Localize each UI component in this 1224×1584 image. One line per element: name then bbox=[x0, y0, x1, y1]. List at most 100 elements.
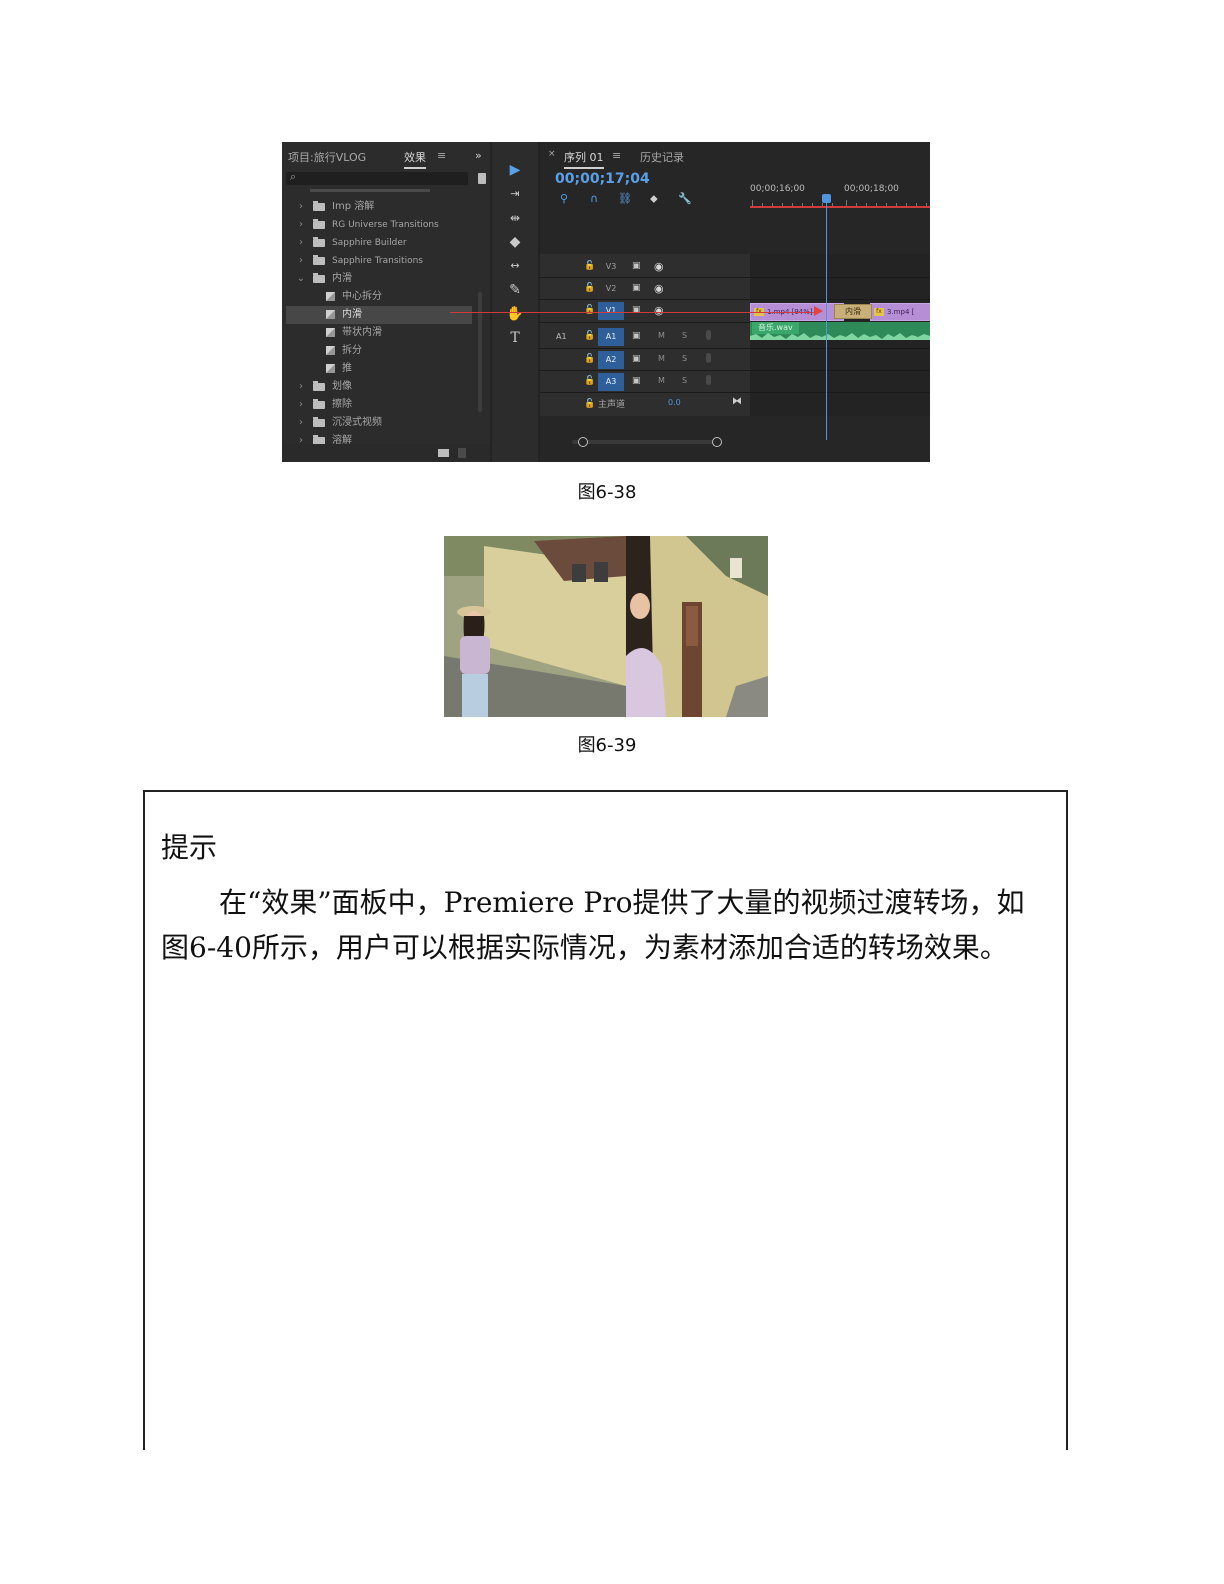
tab-history[interactable]: 历史记录 bbox=[640, 149, 684, 165]
sync-lock-icon[interactable]: ▣ bbox=[632, 354, 641, 364]
new-bin-icon[interactable] bbox=[478, 173, 486, 184]
track-name[interactable]: V3 bbox=[598, 258, 624, 276]
sync-lock-icon[interactable]: ▣ bbox=[632, 376, 641, 386]
tree-item-effect[interactable]: 中心拆分 bbox=[286, 288, 472, 306]
delete-icon[interactable] bbox=[458, 448, 466, 458]
snap-icon[interactable]: ∩ bbox=[590, 192, 598, 205]
tree-item-effect[interactable]: 推 bbox=[286, 360, 472, 378]
zoom-scrollbar[interactable] bbox=[572, 437, 722, 447]
video-clip[interactable]: fx 3.mp4 [ bbox=[870, 303, 930, 321]
tree-item-folder[interactable]: › RG Universe Transitions bbox=[286, 216, 472, 234]
zoom-handle-right[interactable] bbox=[712, 437, 722, 447]
chevron-right-icon: › bbox=[299, 435, 303, 444]
folder-icon bbox=[313, 399, 325, 409]
mic-icon[interactable] bbox=[706, 375, 711, 385]
timecode-display[interactable]: 00;00;17;04 bbox=[555, 171, 650, 187]
sync-lock-icon[interactable]: ▣ bbox=[632, 261, 641, 271]
tab-project[interactable]: 项目:旅行VLOG bbox=[288, 149, 366, 165]
photo-right-shot bbox=[626, 536, 768, 717]
panel-menu-icon[interactable]: ≡ bbox=[612, 149, 621, 162]
tree-item-folder[interactable]: › Imp 溶解 bbox=[286, 198, 472, 216]
tab-sequence[interactable]: 序列 01 bbox=[564, 149, 604, 169]
chevron-right-icon: › bbox=[299, 219, 303, 230]
lock-icon[interactable]: 🔓 bbox=[584, 283, 595, 293]
track-a3: 🔓 A3 ▣ M S bbox=[540, 371, 930, 393]
tree-item-folder[interactable]: › Sapphire Builder bbox=[286, 234, 472, 252]
add-marker-icon[interactable]: ⬥ bbox=[650, 192, 658, 206]
tree-item-folder[interactable]: › 擦除 bbox=[286, 396, 472, 414]
lock-icon[interactable]: 🔓 bbox=[584, 261, 595, 271]
overflow-icon[interactable]: » bbox=[475, 149, 482, 162]
transition-block[interactable]: 内滑 bbox=[834, 304, 872, 319]
tree-item-folder[interactable]: › 沉浸式视频 bbox=[286, 414, 472, 432]
go-to-end-icon[interactable]: ⧓ bbox=[732, 396, 742, 407]
tree-item-effect[interactable]: 拆分 bbox=[286, 342, 472, 360]
master-track-label: 主声道 bbox=[598, 400, 626, 410]
wrench-icon[interactable]: 🔧 bbox=[678, 192, 692, 205]
track-select-tool-icon[interactable]: ⇥ bbox=[504, 184, 526, 204]
tree-item-folder-expanded[interactable]: ⌄ 内滑 bbox=[286, 270, 472, 288]
solo-button[interactable]: S bbox=[682, 331, 687, 340]
lock-icon[interactable]: 🔓 bbox=[584, 305, 595, 315]
tree-item-folder[interactable]: › Sapphire Transitions bbox=[286, 252, 472, 270]
eye-icon[interactable]: ◉ bbox=[654, 304, 664, 317]
new-folder-icon[interactable] bbox=[438, 449, 449, 457]
sync-lock-icon[interactable]: ▣ bbox=[632, 283, 641, 293]
sync-lock-icon[interactable]: ▣ bbox=[632, 305, 641, 315]
mic-icon[interactable] bbox=[706, 353, 711, 363]
close-icon[interactable]: × bbox=[548, 149, 556, 159]
tip-body: 在“效果”面板中，Premiere Pro提供了大量的视频过渡转场，如图6-40… bbox=[161, 886, 1025, 964]
lock-icon[interactable]: 🔓 bbox=[584, 354, 595, 364]
ripple-edit-tool-icon[interactable]: ⇹ bbox=[504, 208, 526, 228]
solo-button[interactable]: S bbox=[682, 376, 687, 385]
track-name[interactable]: A3 bbox=[598, 373, 624, 391]
track-v1: 🔓 V1 ▣ ◉ fx1.mp4 [94%] fx3.mp4 [ 内滑 bbox=[540, 300, 930, 322]
chevron-right-icon: › bbox=[299, 417, 303, 428]
pen-tool-icon[interactable]: ✎ bbox=[504, 280, 526, 300]
tree-item-folder[interactable]: › 溶解 bbox=[286, 432, 472, 444]
track-name[interactable]: A2 bbox=[598, 351, 624, 369]
zoom-handle-left[interactable] bbox=[578, 437, 588, 447]
mute-button[interactable]: M bbox=[658, 331, 665, 340]
linked-selection-icon[interactable]: ⛓ bbox=[618, 192, 632, 205]
mute-button[interactable]: M bbox=[658, 354, 665, 363]
tree-item-folder[interactable]: › 划像 bbox=[286, 378, 472, 396]
time-ruler[interactable]: 00;00;16;00 00;00;18;00 bbox=[750, 182, 930, 212]
tab-effects[interactable]: 效果 bbox=[404, 149, 426, 169]
slip-tool-icon[interactable]: ↔ bbox=[504, 256, 526, 276]
selection-tool-icon[interactable]: ▶ bbox=[504, 160, 526, 180]
track-name[interactable]: A1 bbox=[598, 328, 624, 346]
effects-search-input[interactable]: ⌕ bbox=[286, 170, 468, 185]
sync-lock-icon[interactable]: ▣ bbox=[632, 331, 641, 341]
tree-item-label: 拆分 bbox=[342, 345, 362, 356]
tree-item-effect-selected[interactable]: 内滑 bbox=[286, 306, 472, 324]
eye-icon[interactable]: ◉ bbox=[654, 282, 664, 295]
mute-button[interactable]: M bbox=[658, 376, 665, 385]
timeline-tabs: × 序列 01 ≡ 历史记录 bbox=[540, 142, 930, 169]
ruler-label: 00;00;18;00 bbox=[844, 184, 899, 194]
premiere-screenshot: 项目:旅行VLOG 效果 ≡ » ⌕ › Imp 溶解 › RG Univers… bbox=[282, 142, 930, 462]
lock-icon[interactable]: 🔓 bbox=[584, 331, 595, 341]
panel-menu-icon[interactable]: ≡ bbox=[437, 149, 446, 162]
hand-tool-icon[interactable]: ✋ bbox=[504, 304, 526, 324]
track-master: 🔓 主声道 0.0 ⧓ bbox=[540, 394, 930, 416]
source-patch[interactable]: A1 bbox=[556, 328, 567, 346]
type-tool-icon[interactable]: T bbox=[504, 328, 526, 348]
tree-item-effect[interactable]: 带状内滑 bbox=[286, 324, 472, 342]
eye-icon[interactable]: ◉ bbox=[654, 260, 664, 273]
track-a2: 🔓 A2 ▣ M S bbox=[540, 349, 930, 371]
audio-clip[interactable]: 音乐.wav bbox=[750, 322, 930, 340]
solo-button[interactable]: S bbox=[682, 354, 687, 363]
lock-icon[interactable]: 🔓 bbox=[584, 399, 595, 409]
master-volume-value[interactable]: 0.0 bbox=[668, 398, 681, 407]
playhead-line[interactable] bbox=[826, 196, 827, 440]
effects-scrollbar[interactable] bbox=[478, 292, 482, 412]
mic-icon[interactable] bbox=[706, 330, 711, 340]
track-name[interactable]: V2 bbox=[598, 280, 624, 298]
transition-icon bbox=[326, 346, 335, 355]
nest-icon[interactable]: ⚲ bbox=[560, 192, 568, 205]
lock-icon[interactable]: 🔓 bbox=[584, 376, 595, 386]
razor-tool-icon[interactable]: ◆ bbox=[504, 232, 526, 252]
transition-preview-photo bbox=[444, 536, 768, 717]
track-name[interactable]: V1 bbox=[598, 302, 624, 320]
